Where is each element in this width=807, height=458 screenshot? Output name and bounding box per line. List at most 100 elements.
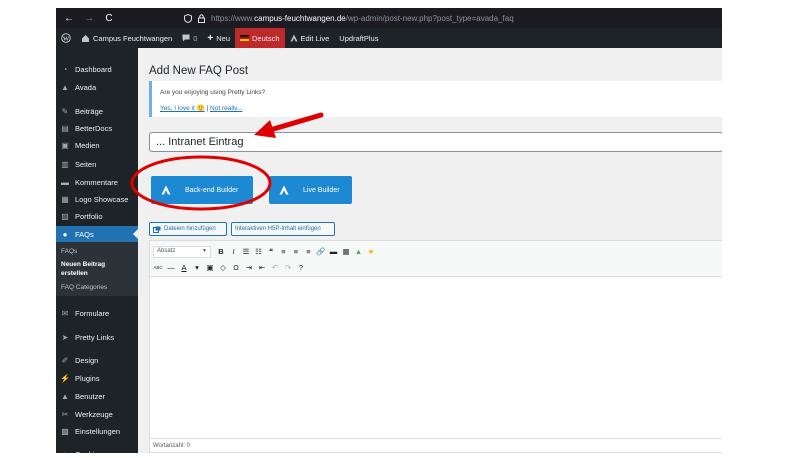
updraft-menu[interactable]: UpdraftPlus — [334, 28, 383, 48]
sidebar-item-einstellungen[interactable]: ▩ Einstellungen — [56, 423, 138, 439]
indent-icon[interactable]: ⇥ — [244, 262, 254, 274]
url-prefix: https://www. — [211, 13, 255, 23]
align-center-icon[interactable]: ≡ — [291, 246, 301, 258]
avada-icon — [161, 185, 171, 195]
avada-icon: ▲ — [61, 82, 69, 92]
sidebar-item-label: Werkzeuge — [75, 409, 113, 419]
svg-text:W: W — [63, 35, 70, 42]
reload-icon[interactable]: C — [104, 13, 114, 24]
link-icon: ➤ — [61, 332, 69, 342]
edit-live-menu[interactable]: Edit Live — [285, 28, 335, 48]
browser-toolbar: ← → C https://www.campus-feuchtwangen.de… — [56, 8, 722, 28]
portfolio-icon: ▧ — [61, 211, 69, 221]
submenu-new-post[interactable]: Neuen Beitrag erstellen — [61, 260, 133, 278]
special-char-icon[interactable]: Ω — [231, 262, 241, 274]
align-left-icon[interactable]: ≡ — [279, 246, 289, 258]
italic-icon[interactable]: I — [229, 246, 239, 258]
comments-count: 0 — [193, 33, 198, 43]
comments-menu[interactable]: 0 — [177, 28, 202, 48]
bullet-list-icon[interactable]: ☰ — [241, 246, 251, 258]
numbered-list-icon[interactable]: ☷ — [254, 246, 264, 258]
sidebar-item-logo-showcase[interactable]: ▦ Logo Showcase — [56, 191, 138, 207]
avada-icon — [290, 34, 298, 42]
format-select[interactable]: Absatz ▼ — [153, 246, 211, 258]
sidebar-item-label: Einstellungen — [75, 426, 121, 436]
address-bar[interactable]: https://www.campus-feuchtwangen.de/wp-ad… — [184, 14, 514, 23]
sidebar-item-kommentare[interactable]: ▬ Kommentare — [56, 174, 138, 190]
sidebar-item-medien[interactable]: ▣ Medien — [56, 137, 138, 153]
backend-builder-button[interactable]: Back-end Builder — [151, 176, 253, 204]
toolbar-toggle-icon[interactable]: ▦ — [341, 246, 351, 258]
add-media-button[interactable]: Dateien hinzufügen — [149, 222, 227, 236]
sidebar-item-cookies[interactable]: ◌ Cookies — [56, 446, 138, 454]
home-icon — [82, 34, 89, 42]
mail-icon: ✉ — [61, 308, 69, 318]
plugin-icon: ⚡ — [60, 373, 70, 383]
sidebar-item-label: Cookies — [75, 450, 102, 454]
sidebar-item-design[interactable]: ✐ Design — [56, 352, 138, 368]
sidebar-item-label: Medien — [75, 140, 100, 150]
chevron-down-icon: ▼ — [202, 248, 207, 254]
sidebar-item-betterdocs[interactable]: ▤ BetterDocs — [56, 120, 138, 136]
clear-format-icon[interactable]: ◇ — [218, 262, 228, 274]
notice-no-link[interactable]: Not really... — [210, 105, 242, 112]
pin-icon: ✎ — [61, 106, 69, 116]
live-builder-label: Live Builder — [303, 186, 340, 194]
text-color-icon[interactable]: A — [179, 262, 189, 274]
notice-question: Are you enjoying using Pretty Links? — [160, 89, 266, 96]
dashboard-icon: ◔ — [62, 64, 68, 74]
help-icon[interactable]: ? — [296, 262, 306, 274]
editor-status-bar: Wortanzahl: 0 — [150, 438, 722, 452]
align-right-icon[interactable]: ≡ — [304, 246, 314, 258]
undo-icon[interactable]: ↶ — [270, 262, 280, 274]
site-name-menu[interactable]: Campus Feuchtwangen — [76, 28, 177, 48]
add-h5p-button[interactable]: Interaktiven H5P-Inhalt einfügen — [231, 222, 335, 236]
link-icon[interactable]: 🔗 — [316, 246, 326, 258]
sidebar-item-plugins[interactable]: ⚡ Plugins — [56, 370, 138, 386]
sidebar-item-avada[interactable]: ▲ Avada — [56, 79, 138, 95]
submenu-faqs[interactable]: FAQs — [61, 248, 77, 255]
notice-yes-link[interactable]: Yes, I love it 🙂 — [160, 105, 205, 112]
horizontal-line-icon[interactable]: — — [166, 262, 176, 274]
url-domain: campus-feuchtwangen.de — [254, 13, 346, 23]
language-switcher[interactable]: Deutsch — [235, 28, 285, 48]
sidebar-item-pretty-links[interactable]: ➤ Pretty Links — [56, 329, 138, 345]
sidebar-item-dashboard[interactable]: ◔ Dashboard — [56, 61, 138, 77]
sidebar-item-formulare[interactable]: ✉ Formulare — [56, 305, 138, 321]
sidebar-item-label: Logo Showcase — [75, 194, 129, 204]
bold-icon[interactable]: B — [216, 246, 226, 258]
strikethrough-icon[interactable]: ABC — [153, 262, 163, 274]
avada-shortcode-icon[interactable]: ▲ — [354, 246, 364, 258]
plus-icon: + — [207, 32, 214, 44]
word-count: Wortanzahl: 0 — [153, 443, 190, 449]
site-name: Campus Feuchtwangen — [93, 33, 173, 43]
pretty-links-notice: Are you enjoying using Pretty Links? Yes… — [149, 81, 722, 117]
sidebar-item-faqs[interactable]: ● FAQs — [56, 226, 138, 242]
back-icon[interactable]: ← — [64, 13, 74, 24]
sidebar-item-label: Dashboard — [75, 64, 112, 74]
paste-text-icon[interactable]: ▣ — [205, 262, 215, 274]
sidebar-item-werkzeuge[interactable]: ✂ Werkzeuge — [56, 406, 138, 422]
cookie-icon: ◌ — [60, 449, 70, 454]
sidebar-item-portfolio[interactable]: ▧ Portfolio — [56, 208, 138, 224]
post-title-input[interactable] — [149, 132, 722, 152]
browser-nav: ← → C — [64, 13, 114, 24]
live-builder-button[interactable]: Live Builder — [269, 176, 352, 204]
avada-icon — [279, 185, 289, 195]
submenu-faq-categories[interactable]: FAQ Categories — [61, 284, 107, 291]
text-color-dropdown-icon[interactable]: ▾ — [192, 262, 202, 274]
redo-icon[interactable]: ↷ — [283, 262, 293, 274]
new-content-menu[interactable]: + Neu — [202, 28, 235, 48]
more-icon[interactable]: ▬ — [329, 246, 339, 258]
sidebar-item-benutzer[interactable]: ▲ Benutzer — [56, 388, 138, 404]
sidebar-item-seiten[interactable]: ▥ Seiten — [56, 156, 138, 172]
wp-logo-menu[interactable]: W — [56, 28, 76, 48]
editor-body[interactable] — [150, 277, 722, 437]
editor-toolbar: Absatz ▼ B I ☰ ☷ ❝ ≡ ≡ ≡ 🔗 ▬ ▦ ▲ ★ ABC — A ▾ ▣ ◇ Ω ⇥ ⇤ ↶ ↷? — [150, 241, 722, 277]
notice-separator: | — [206, 105, 209, 112]
blockquote-icon[interactable]: ❝ — [266, 246, 276, 258]
star-icon[interactable]: ★ — [366, 246, 376, 258]
sidebar-item-beitr-ge[interactable]: ✎ Beiträge — [56, 103, 138, 119]
forward-icon[interactable]: → — [84, 13, 94, 24]
outdent-icon[interactable]: ⇤ — [257, 262, 267, 274]
